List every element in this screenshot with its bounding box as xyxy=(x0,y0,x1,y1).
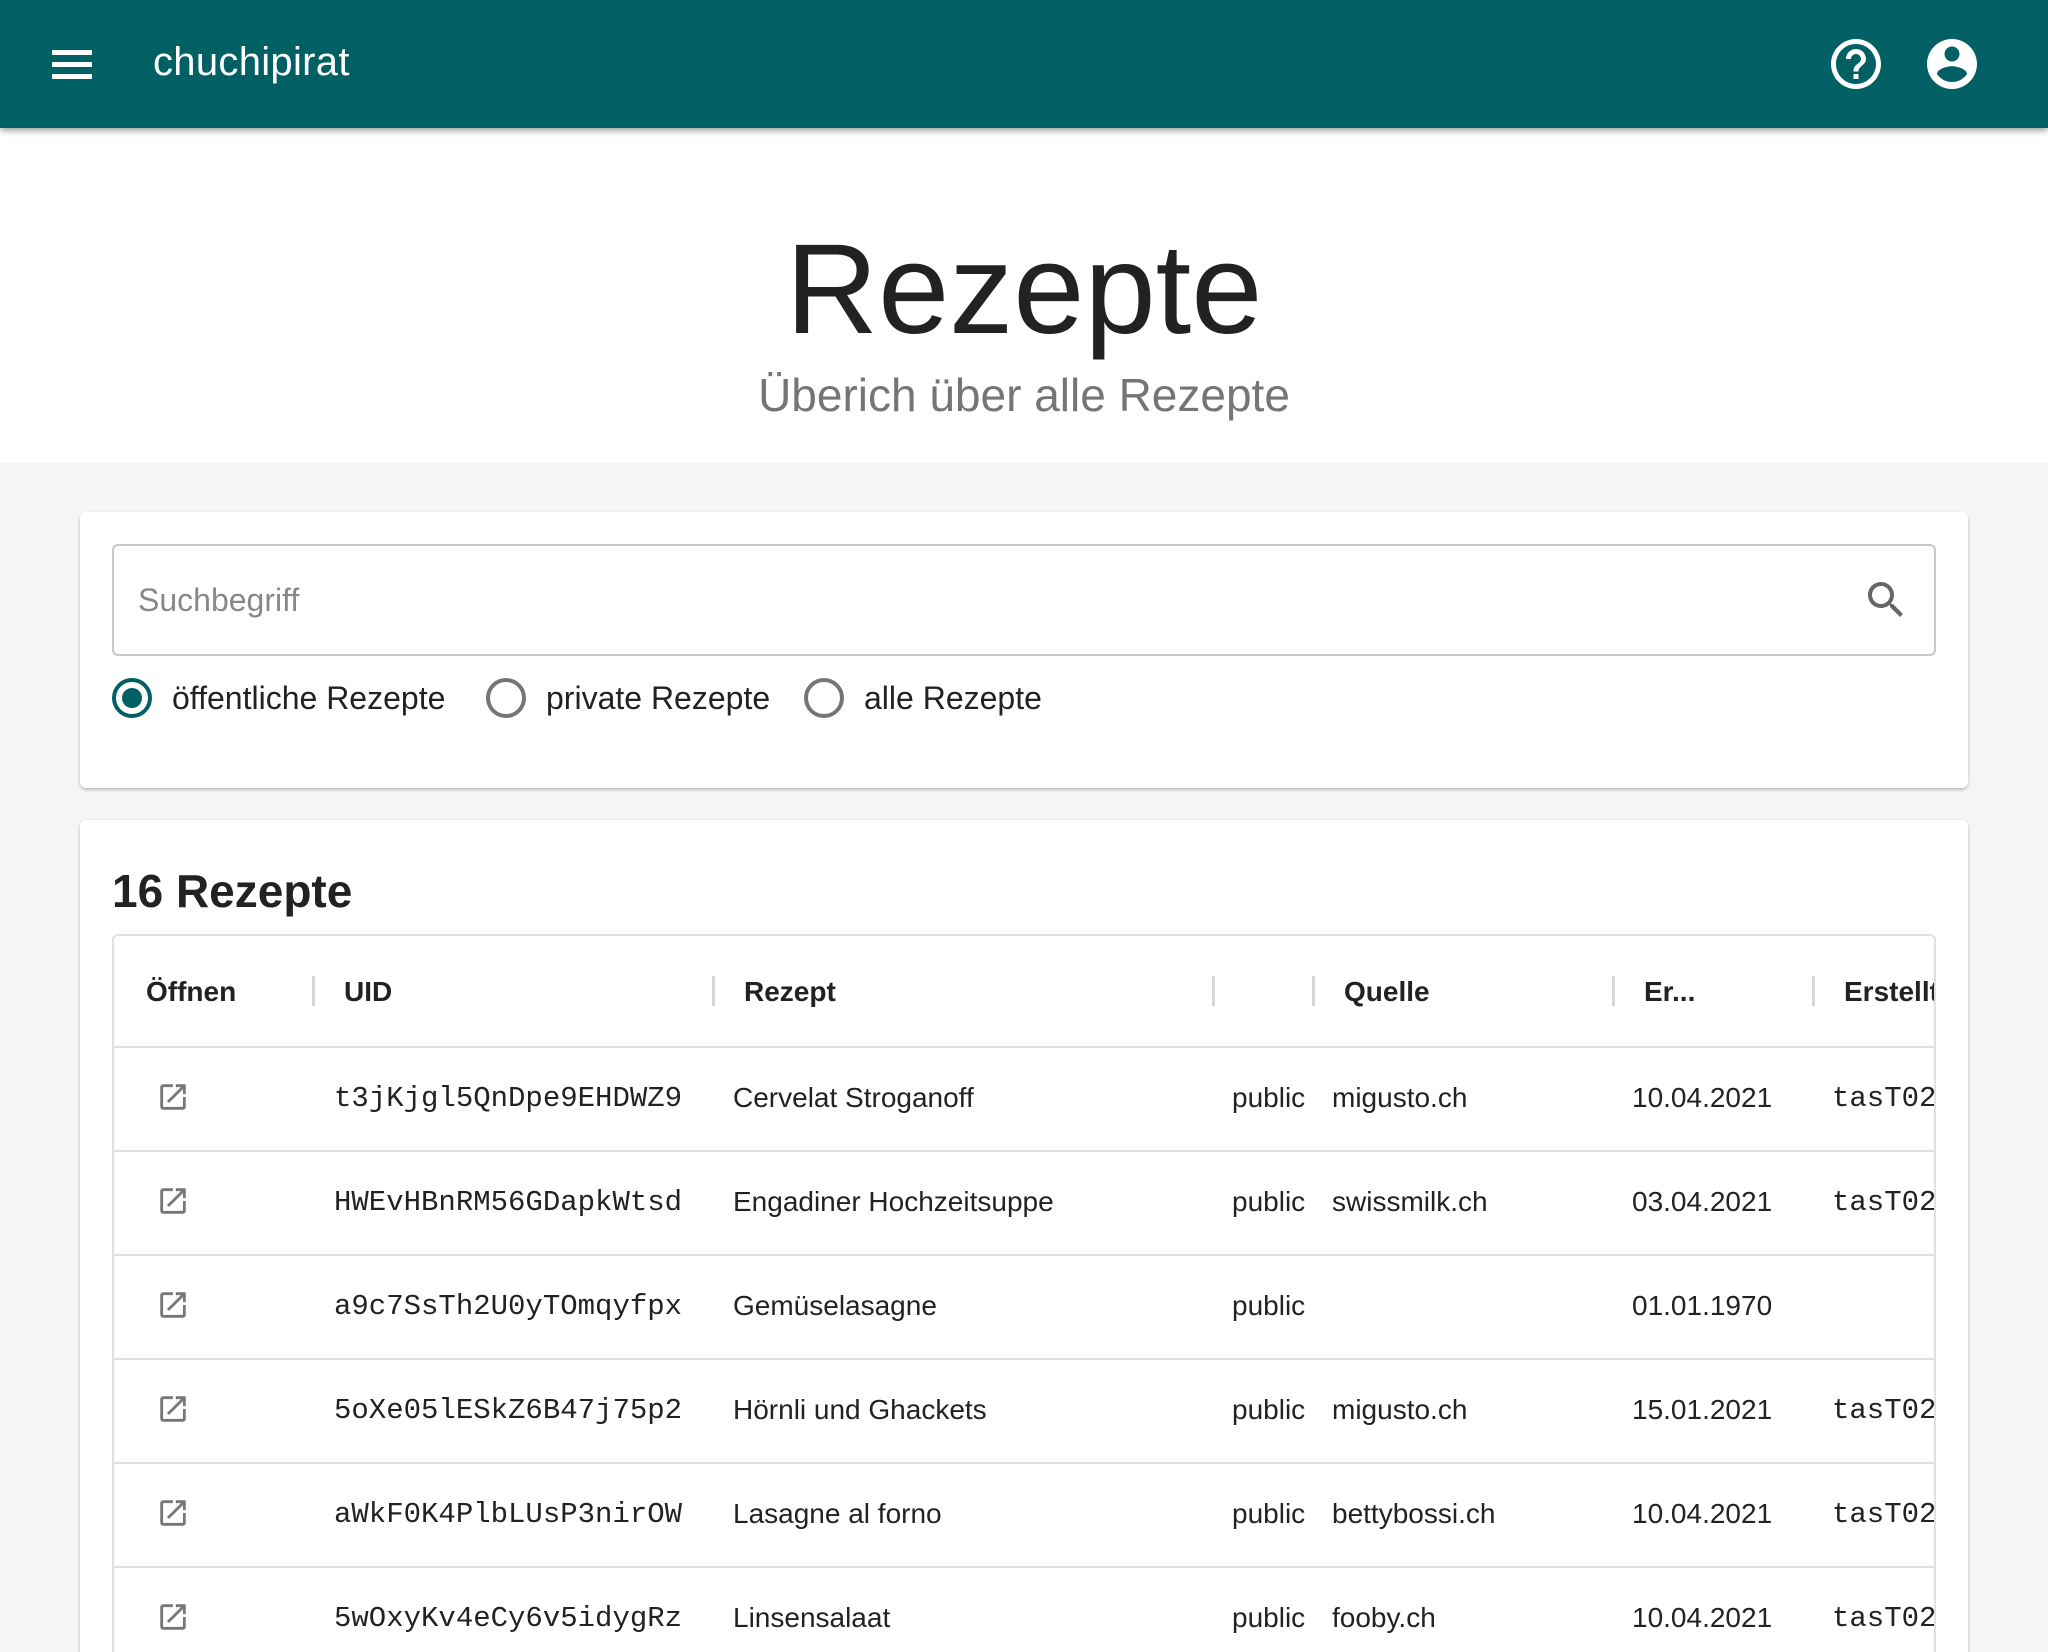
results-count: 16 Rezepte xyxy=(112,865,353,917)
recipe-cell: Hörnli und Ghackets xyxy=(733,1394,987,1425)
radio-checked-icon[interactable] xyxy=(112,678,152,718)
filter-label: private Rezepte xyxy=(546,680,771,716)
column-recipe[interactable]: Rezept xyxy=(744,976,836,1008)
open-in-new-icon[interactable] xyxy=(156,1184,190,1218)
date-cell: 15.01.2021 xyxy=(1632,1394,1773,1425)
table-row: aWkF0K4PlbLUsP3nirOW Lasagne al forno pu… xyxy=(114,1464,1934,1568)
column-separator[interactable] xyxy=(1612,976,1615,1006)
column-source[interactable]: Quelle xyxy=(1344,976,1430,1008)
column-separator[interactable] xyxy=(712,976,715,1006)
search-icon[interactable] xyxy=(1862,576,1910,624)
uid-cell: a9c7SsTh2U0yTOmqyfpx xyxy=(334,1290,683,1323)
recipe-cell: Cervelat Stroganoff xyxy=(733,1082,974,1113)
column-created[interactable]: Erstellt xyxy=(1844,976,1934,1008)
column-uid[interactable]: UID xyxy=(344,976,392,1008)
type-cell: public xyxy=(1232,1602,1306,1633)
type-cell: public xyxy=(1232,1082,1306,1113)
menu-icon[interactable] xyxy=(40,36,104,92)
created-by-cell: tasT02 xyxy=(1832,1186,1936,1219)
recipe-cell: Lasagne al forno xyxy=(733,1498,942,1529)
date-cell: 10.04.2021 xyxy=(1632,1602,1773,1633)
open-in-new-icon[interactable] xyxy=(156,1392,190,1426)
recipe-cell: Linsensalaat xyxy=(733,1602,891,1633)
app-title[interactable]: chuchipirat xyxy=(153,40,350,85)
filter-label: öffentliche Rezepte xyxy=(172,680,446,716)
source-cell: migusto.ch xyxy=(1332,1394,1468,1425)
type-cell: public xyxy=(1232,1394,1306,1425)
page-title: Rezepte xyxy=(785,218,1263,361)
page-subtitle: Überich über alle Rezepte xyxy=(758,369,1290,421)
uid-cell: t3jKjgl5QnDpe9EHDWZ9 xyxy=(334,1082,683,1115)
open-in-new-icon[interactable] xyxy=(156,1600,190,1634)
radio-unchecked-icon[interactable] xyxy=(804,678,844,718)
account-circle-icon[interactable] xyxy=(1922,34,1982,94)
uid-cell: HWEvHBnRM56GDapkWtsd xyxy=(334,1186,683,1219)
created-by-cell: tasT02 xyxy=(1832,1394,1936,1427)
date-cell: 03.04.2021 xyxy=(1632,1186,1773,1217)
uid-cell: aWkF0K4PlbLUsP3nirOW xyxy=(334,1498,683,1531)
app-bar: chuchipirat xyxy=(0,0,2048,128)
open-in-new-icon[interactable] xyxy=(156,1288,190,1322)
column-date[interactable]: Er... xyxy=(1644,976,1695,1008)
uid-cell: 5oXe05lESkZ6B47j75p2 xyxy=(334,1394,683,1427)
column-separator[interactable] xyxy=(1812,976,1815,1006)
type-cell: public xyxy=(1232,1186,1306,1217)
date-cell: 10.04.2021 xyxy=(1632,1082,1773,1113)
uid-cell: 5wOxyKv4eCy6v5idygRz xyxy=(334,1602,683,1635)
source-cell: swissmilk.ch xyxy=(1332,1186,1488,1217)
type-cell: public xyxy=(1232,1498,1306,1529)
filter-label: alle Rezepte xyxy=(864,680,1042,716)
help-circle-icon[interactable] xyxy=(1826,34,1886,94)
source-cell: migusto.ch xyxy=(1332,1082,1468,1113)
open-in-new-icon[interactable] xyxy=(156,1496,190,1530)
recipes-table: Öffnen UID Rezept Quelle Er... Erstellt … xyxy=(112,934,1936,1652)
source-cell: bettybossi.ch xyxy=(1332,1498,1496,1529)
source-cell: fooby.ch xyxy=(1332,1602,1436,1633)
date-cell: 10.04.2021 xyxy=(1632,1498,1773,1529)
search-field[interactable] xyxy=(112,544,1936,656)
created-by-cell: tasT02 xyxy=(1832,1602,1936,1635)
table-row: 5wOxyKv4eCy6v5idygRz Linsensalaat public… xyxy=(114,1568,1934,1652)
table-header: Öffnen UID Rezept Quelle Er... Erstellt xyxy=(114,936,1934,1048)
search-card xyxy=(80,512,1968,788)
date-cell: 01.01.1970 xyxy=(1632,1290,1773,1321)
created-by-cell: tasT02 xyxy=(1832,1082,1936,1115)
results-card: 16 Rezepte Öffnen UID Rezept Quelle Er..… xyxy=(80,820,1968,1652)
column-separator[interactable] xyxy=(1212,976,1215,1006)
column-open[interactable]: Öffnen xyxy=(146,976,236,1008)
table-row: t3jKjgl5QnDpe9EHDWZ9 Cervelat Stroganoff… xyxy=(114,1048,1934,1152)
radio-unchecked-icon[interactable] xyxy=(486,678,526,718)
created-by-cell: tasT02 xyxy=(1832,1498,1936,1531)
type-cell: public xyxy=(1232,1290,1306,1321)
recipe-cell: Gemüselasagne xyxy=(733,1290,937,1321)
table-row: HWEvHBnRM56GDapkWtsd Engadiner Hochzeits… xyxy=(114,1152,1934,1256)
table-row: a9c7SsTh2U0yTOmqyfpx Gemüselasagne publi… xyxy=(114,1256,1934,1360)
column-separator[interactable] xyxy=(312,976,315,1006)
recipe-cell: Engadiner Hochzeitsuppe xyxy=(733,1186,1054,1217)
column-separator[interactable] xyxy=(1312,976,1315,1006)
table-row: 5oXe05lESkZ6B47j75p2 Hörnli und Ghackets… xyxy=(114,1360,1934,1464)
open-in-new-icon[interactable] xyxy=(156,1080,190,1114)
search-input[interactable] xyxy=(138,546,1838,654)
page-hero: Rezepte Überich über alle Rezepte xyxy=(0,128,2048,463)
